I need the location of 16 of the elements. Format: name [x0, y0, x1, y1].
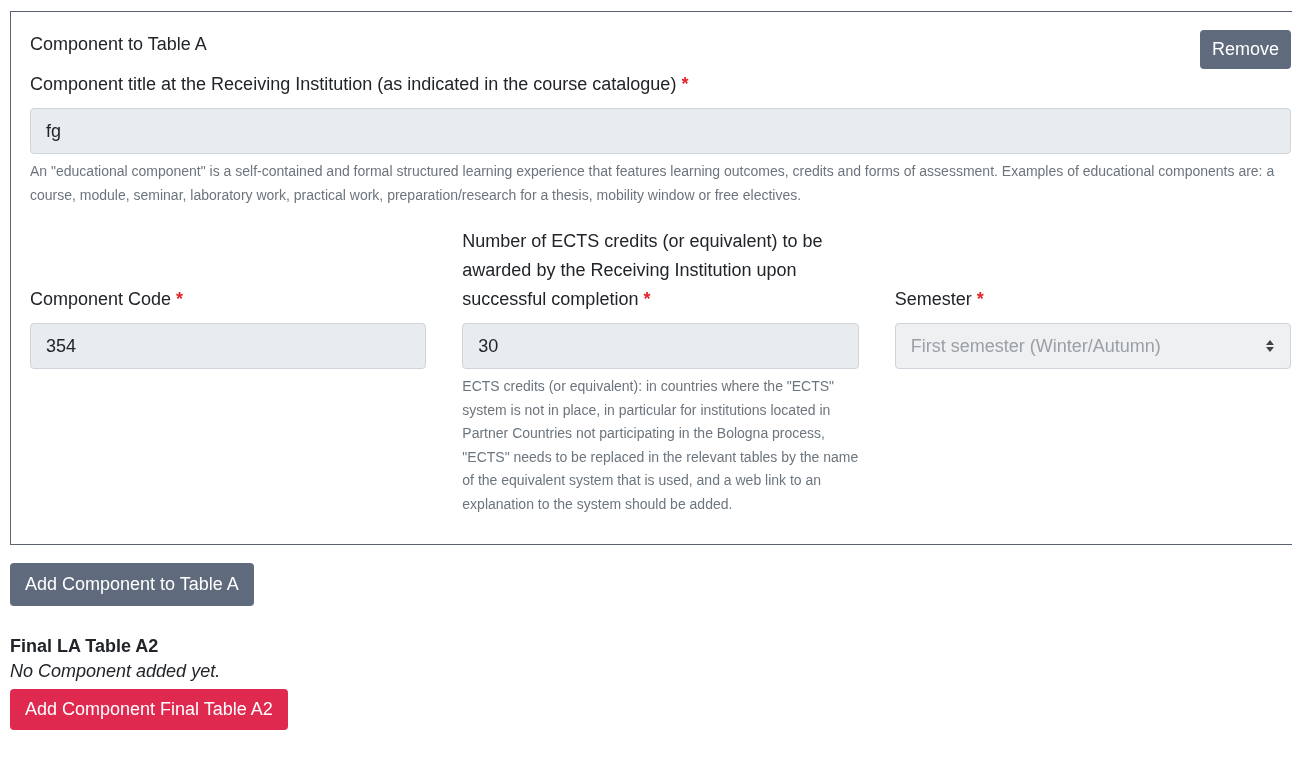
help-text: ECTS credits (or equivalent): in countries where the "ECTS" system is not in place, in particular for institutions located in Partner Countries not participating in the Bologna process, "ECTS" needs to be replaced in the relevant tables by the name of the equivalent system that is used, and a web link to an explanation to the system should be added. [462, 377, 859, 514]
empty-note: No Component added yet. [10, 661, 222, 682]
field-label: Semester * [894, 288, 985, 311]
field-label: Number of ECTS credits (or equivalent) to be awarded by the Receiving Institution upon successful completion * [462, 230, 824, 311]
help-text: An "educational component" is a self-contained and formal structured learning experience that features learning outcomes, credits and forms of assessment. Examples of educational components are: a course, module, seminar, laboratory work, practical work, preparation/research for a thesis, mobility window or free electives. [30, 162, 1276, 205]
section-heading: Final LA Table A2 [10, 636, 160, 657]
text-input[interactable]: 354 [30, 323, 427, 369]
title-input[interactable]: fg [30, 108, 1291, 154]
add-component-button[interactable]: Add Component to Table A [10, 563, 254, 606]
remove-button[interactable]: Remove [1199, 30, 1291, 69]
text-input[interactable]: 30 [462, 323, 859, 369]
sort-caret-icon [1265, 339, 1275, 353]
field-label: Component Code * [30, 288, 185, 311]
add-final-component-button[interactable]: Add Component Final Table A2 [10, 689, 288, 730]
field-label: Component title at the Receiving Institution (as indicated in the course catalogue) * [30, 73, 690, 96]
card-title: Component to Table A [30, 34, 207, 55]
